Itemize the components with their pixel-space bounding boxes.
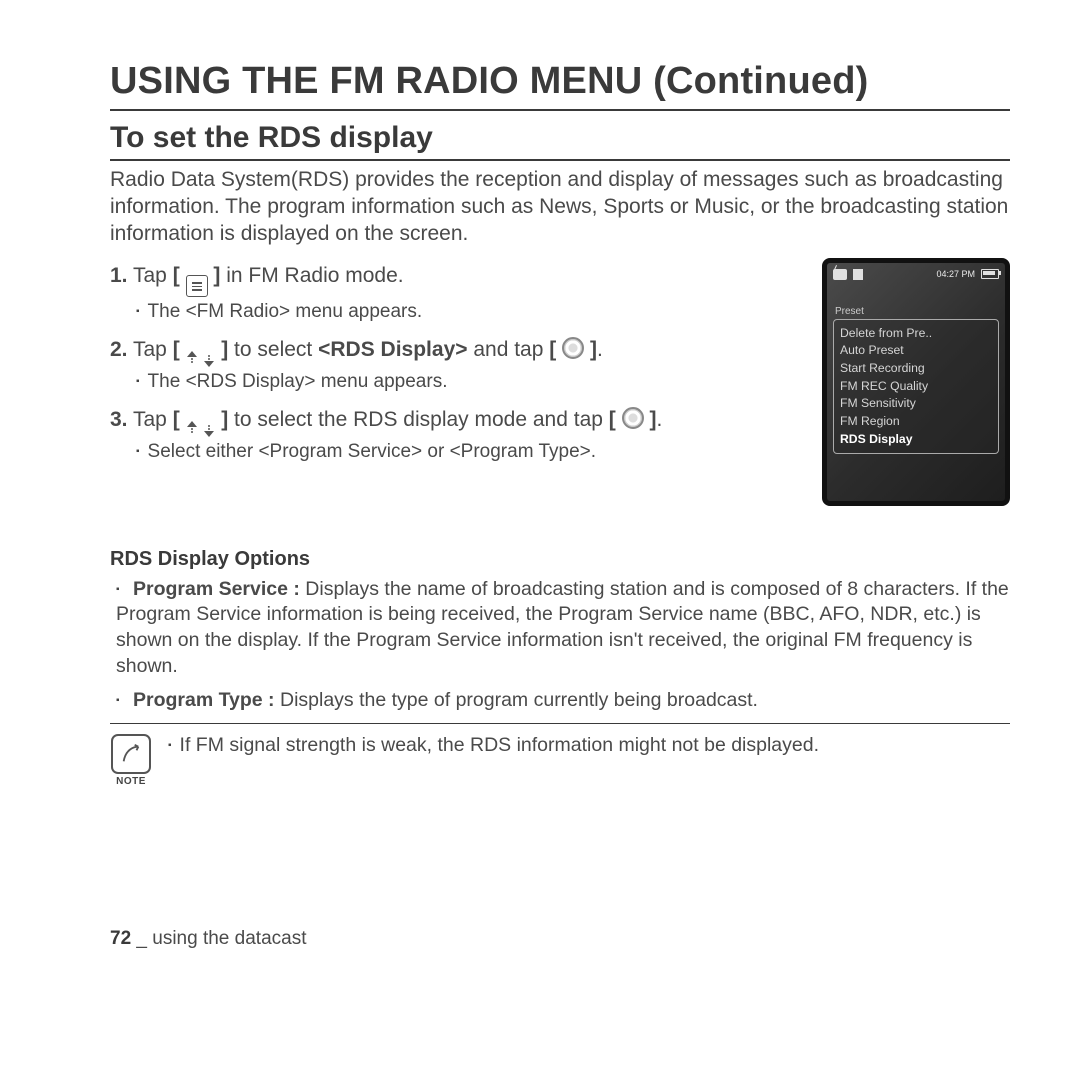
- option-pt-label: Program Type :: [133, 689, 275, 711]
- step-text-mid2: and tap: [468, 338, 550, 361]
- device-menu-item: FM REC Quality: [840, 378, 992, 396]
- options-list: Program Service : Displays the name of b…: [116, 577, 1010, 714]
- select-icon: [622, 407, 644, 429]
- step-text-pre: Tap: [133, 264, 173, 287]
- step-number: 1.: [110, 264, 128, 287]
- up-icon: [187, 421, 197, 433]
- step-2: 2. Tap [ ] to select <RDS Display> and t…: [110, 337, 804, 393]
- step-number: 2.: [110, 338, 128, 361]
- device-menu-item: Delete from Pre..: [840, 325, 992, 343]
- down-icon: [204, 425, 214, 437]
- option-program-service: Program Service : Displays the name of b…: [116, 577, 1010, 680]
- step-1: 1. Tap [ ] in FM Radio mode. The <FM Rad…: [110, 264, 804, 324]
- step-text-post: in FM Radio mode.: [220, 264, 403, 287]
- preset-label: Preset: [835, 306, 999, 317]
- step-number: 3.: [110, 408, 128, 431]
- step-text-pre: Tap: [133, 408, 173, 431]
- option-program-type: Program Type : Displays the type of prog…: [116, 688, 1010, 714]
- device-screenshot: 04:27 PM Preset Iz Delete from Pre..Auto…: [822, 258, 1010, 506]
- step-2-bold: <RDS Display>: [318, 338, 467, 361]
- device-menu-item: Auto Preset: [840, 342, 992, 360]
- note-label: NOTE: [110, 776, 152, 787]
- page-footer: 72 _ using the datacast: [110, 928, 306, 950]
- step-list: 1. Tap [ ] in FM Radio mode. The <FM Rad…: [110, 264, 804, 464]
- device-menu-item: FM Region: [840, 413, 992, 431]
- device-menu-item: Start Recording: [840, 360, 992, 378]
- instructions-column: 1. Tap [ ] in FM Radio mode. The <FM Rad…: [110, 264, 804, 506]
- note-block: NOTE If FM signal strength is weak, the …: [110, 734, 1010, 787]
- intro-paragraph: Radio Data System(RDS) provides the rece…: [110, 167, 1010, 248]
- note-icon: [111, 734, 151, 774]
- footer-sep: _: [131, 928, 152, 949]
- battery-icon: [981, 269, 999, 279]
- manual-page: USING THE FM RADIO MENU (Continued) To s…: [0, 0, 1080, 980]
- note-text: If FM signal strength is weak, the RDS i…: [168, 734, 819, 757]
- note-badge: NOTE: [110, 734, 152, 787]
- down-icon: [204, 355, 214, 367]
- status-bar: 04:27 PM: [833, 269, 999, 280]
- page-title: USING THE FM RADIO MENU (Continued): [110, 60, 1010, 111]
- option-pt-text: Displays the type of program currently b…: [275, 689, 758, 711]
- step-2-sub: The <RDS Display> menu appears.: [136, 371, 804, 393]
- select-icon: [562, 337, 584, 359]
- step-text-post: .: [656, 408, 662, 431]
- step-text-post: .: [597, 338, 603, 361]
- step-3-sub: Select either <Program Service> or <Prog…: [136, 441, 804, 463]
- option-ps-label: Program Service :: [133, 578, 300, 600]
- device-menu-item: RDS Display: [840, 431, 992, 449]
- up-icon: [187, 351, 197, 363]
- status-time: 04:27 PM: [936, 269, 975, 279]
- step-text-pre: Tap: [133, 338, 173, 361]
- step-text-mid: to select the RDS display mode and tap: [228, 408, 609, 431]
- device-screen: 04:27 PM Preset Iz Delete from Pre..Auto…: [822, 258, 1010, 506]
- section-title: To set the RDS display: [110, 115, 1010, 161]
- device-menu: Iz Delete from Pre..Auto PresetStart Rec…: [833, 319, 999, 455]
- radio-icon: [833, 269, 847, 280]
- device-menu-item: FM Sensitivity: [840, 395, 992, 413]
- page-number: 72: [110, 928, 131, 949]
- two-column-layout: 1. Tap [ ] in FM Radio mode. The <FM Rad…: [110, 264, 1010, 506]
- divider: [110, 723, 1010, 724]
- menu-icon: [186, 275, 208, 297]
- step-3: 3. Tap [ ] to select the RDS display mod…: [110, 407, 804, 463]
- chapter-name: using the datacast: [152, 928, 306, 949]
- step-text-mid: to select: [228, 338, 318, 361]
- options-title: RDS Display Options: [110, 548, 1010, 571]
- step-1-sub: The <FM Radio> menu appears.: [136, 301, 804, 323]
- bookmark-icon: [853, 269, 863, 280]
